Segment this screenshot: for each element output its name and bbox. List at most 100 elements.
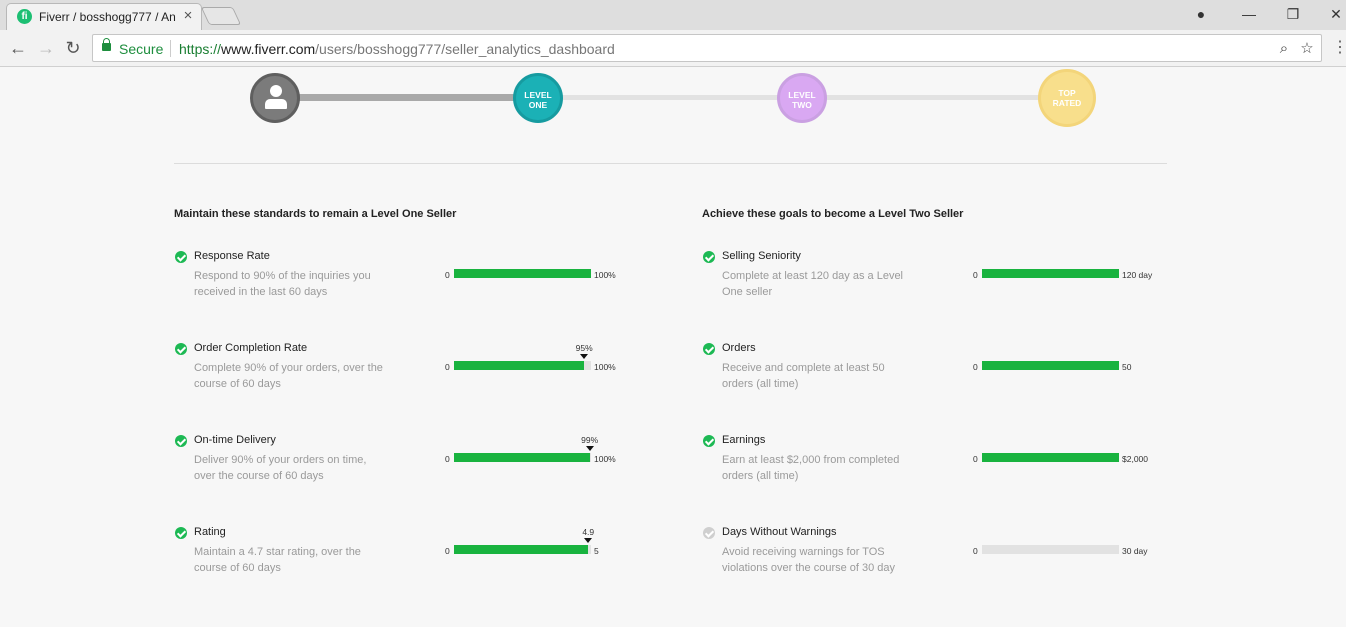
metric-progress-fill: [454, 361, 585, 370]
metric-max-label: 50: [1122, 362, 1132, 372]
url-scheme: https://: [179, 41, 222, 57]
metric-min-label: 0: [445, 362, 450, 372]
level-two-heading: Achieve these goals to become a Level Tw…: [702, 208, 964, 220]
check-circle-icon: [703, 435, 715, 447]
level-two-goals: Achieve these goals to become a Level Tw…: [702, 208, 1172, 574]
metric-progress-bar: [982, 361, 1119, 370]
metric-title: Rating: [194, 526, 226, 538]
metric-max-label: 100%: [594, 454, 616, 464]
section-divider: [174, 163, 1167, 164]
level-two-line1: LEVEL: [788, 90, 816, 100]
metric-row: Order Completion Rate Complete 90% of you…: [174, 341, 644, 401]
check-circle-icon: [175, 435, 187, 447]
url-text[interactable]: https://www.fiverr.com/users/bosshogg777…: [179, 41, 615, 57]
check-circle-icon: [175, 251, 187, 263]
metric-progress-fill: [982, 269, 1119, 278]
marker-triangle-icon: [585, 446, 594, 451]
top-rated-badge: TOP RATED: [1041, 72, 1093, 124]
metric-progress-fill: [454, 545, 589, 554]
metric-progress-bar: [982, 545, 1119, 554]
user-body-shape: [265, 99, 287, 109]
check-circle-icon: [175, 527, 187, 539]
metric-description: Respond to 90% of the inquiries you rece…: [194, 270, 371, 298]
bookmark-star-icon[interactable]: ☆: [1297, 39, 1317, 59]
pending-check-icon: [703, 527, 715, 539]
level-two-line2: TWO: [792, 100, 812, 110]
top-rated-line2: RATED: [1052, 98, 1082, 108]
level-one-line1: LEVEL: [524, 90, 552, 100]
metric-title: On-time Delivery: [194, 434, 276, 446]
metric-progress-fill: [454, 269, 591, 278]
maximize-icon[interactable]: ❐: [1281, 4, 1305, 24]
forward-icon[interactable]: →: [35, 37, 57, 59]
window-close-icon[interactable]: ✕: [1324, 4, 1346, 24]
metric-min-label: 0: [973, 362, 978, 372]
marker-triangle-icon: [580, 354, 589, 359]
metric-description: Avoid receiving warnings for TOS violati…: [722, 546, 896, 574]
metric-max-label: 120 day: [1122, 270, 1153, 280]
metric-progress-bar: [454, 269, 591, 278]
tab-close-icon[interactable]: ×: [181, 8, 195, 24]
metric-min-label: 0: [445, 270, 450, 280]
url-host: www.fiverr.com: [221, 41, 316, 57]
secure-label: Secure: [119, 41, 164, 57]
metric-description: Earn at least $2,000 from completed orde…: [722, 454, 900, 482]
metric-progress-bar: [454, 453, 591, 462]
address-separator: [170, 40, 171, 57]
metric-progress-bar: [982, 453, 1119, 462]
metric-description: Deliver 90% of your orders on time, over…: [194, 454, 367, 482]
metric-title: Response Rate: [194, 250, 270, 262]
metric-progress-fill: [454, 453, 590, 462]
browser-tab-bar: fi Fiverr / bosshogg777 / An × ● — ❐ ✕: [0, 0, 1346, 30]
metric-progress-fill: [982, 361, 1119, 370]
browser-tab[interactable]: fi Fiverr / bosshogg777 / An ×: [6, 3, 202, 30]
metric-current-value: 99%: [581, 435, 599, 445]
level-one-badge: LEVEL ONE: [513, 73, 563, 123]
metric-row: On-time Delivery Deliver 90% of your orde…: [174, 433, 644, 493]
minimize-icon[interactable]: —: [1237, 4, 1261, 24]
metric-min-label: 0: [445, 454, 450, 464]
metric-current-value: 4.9: [582, 527, 595, 537]
check-circle-icon: [703, 343, 715, 355]
marker-triangle-icon: [584, 538, 593, 543]
zoom-icon[interactable]: ⌕: [1274, 39, 1294, 59]
metric-description: Receive and complete at least 50 orders …: [722, 362, 885, 390]
level-progress-completed: [275, 94, 538, 101]
level-one-line2: ONE: [528, 100, 548, 110]
metric-row: Selling Seniority Complete at least 120 d…: [702, 249, 1172, 309]
top-rated-line1: TOP: [1058, 88, 1076, 98]
lock-icon: [102, 38, 111, 51]
metric-current-value: 95%: [575, 343, 593, 353]
level-one-heading: Maintain these standards to remain a Lev…: [174, 208, 457, 220]
metric-max-label: 100%: [594, 362, 616, 372]
reload-icon[interactable]: ↻: [62, 37, 84, 59]
user-head-shape: [270, 85, 282, 97]
fiverr-favicon-icon: fi: [17, 9, 32, 24]
metric-row: Earnings Earn at least $2,000 from comple…: [702, 433, 1172, 493]
browser-menu-icon[interactable]: ⋮: [1329, 37, 1346, 59]
level-one-standards: Maintain these standards to remain a Lev…: [174, 208, 644, 574]
address-bar[interactable]: Secure https://www.fiverr.com/users/boss…: [92, 34, 1322, 62]
metric-row: Orders Receive and complete at least 50 o…: [702, 341, 1172, 401]
level-two-badge: LEVEL TWO: [777, 73, 827, 123]
metric-min-label: 0: [973, 270, 978, 280]
browser-toolbar: ← → ↻ Secure https://www.fiverr.com/user…: [0, 30, 1346, 67]
metric-title: Orders: [722, 342, 756, 354]
metric-description: Maintain a 4.7 star rating, over the cou…: [194, 546, 361, 574]
tab-title: Fiverr / bosshogg777 / An: [39, 10, 176, 24]
metric-description: Complete at least 120 day as a Level One…: [722, 270, 904, 298]
url-path: /users/bosshogg777/seller_analytics_dash…: [315, 41, 615, 57]
metric-row: Response Rate Respond to 90% of the inqui…: [174, 249, 644, 309]
metric-progress-bar: [982, 269, 1119, 278]
metric-max-label: $2,000: [1122, 454, 1148, 464]
back-icon[interactable]: ←: [7, 37, 29, 59]
metric-row: Days Without Warnings Avoid receiving war…: [702, 525, 1172, 585]
metric-progress-bar: [454, 361, 591, 370]
metric-title: Order Completion Rate: [194, 342, 308, 354]
new-tab-button[interactable]: [200, 7, 242, 25]
metric-min-label: 0: [445, 546, 450, 556]
metric-max-label: 30 day: [1122, 546, 1148, 556]
account-icon[interactable]: ●: [1189, 4, 1213, 24]
metric-max-label: 100%: [594, 270, 616, 280]
metric-min-label: 0: [973, 454, 978, 464]
